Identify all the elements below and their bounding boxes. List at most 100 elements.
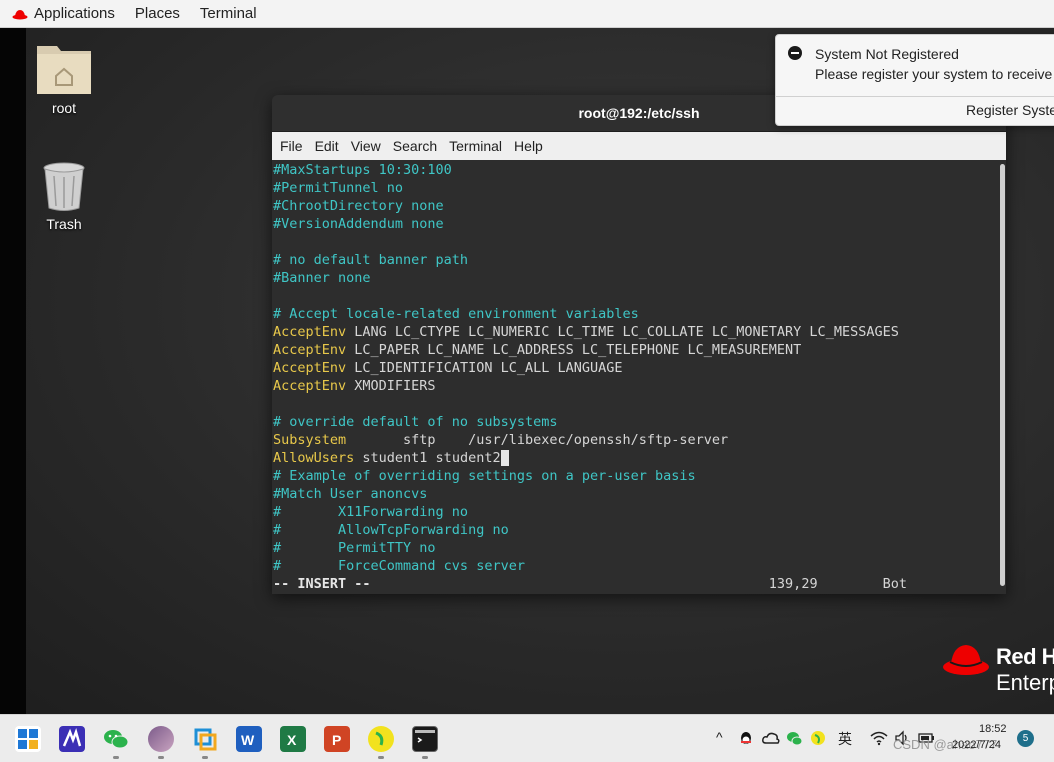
- windows-icon: [18, 729, 38, 749]
- terminal-text: LANG LC_CTYPE LC_NUMERIC LC_TIME LC_COLL…: [346, 324, 899, 340]
- excel-icon: X: [287, 732, 297, 748]
- terminal-icon: [415, 730, 435, 743]
- terminal-text: #ChrootDirectory none: [273, 198, 444, 214]
- terminal-text: # ForceCommand cvs server: [273, 558, 525, 574]
- terminal-line: # override default of no subsystems: [273, 413, 998, 431]
- top-bar: Applications Places Terminal: [0, 0, 1054, 28]
- home-folder-icon: [37, 46, 91, 94]
- svg-text:X: X: [287, 732, 297, 748]
- terminal-menu-bar: File Edit View Search Terminal Help: [272, 132, 1006, 160]
- menu-edit[interactable]: Edit: [309, 138, 345, 154]
- wifi-icon[interactable]: [870, 730, 888, 746]
- terminal-line: AllowUsers student1 student2: [273, 449, 998, 467]
- vmware-taskbar-icon[interactable]: [59, 726, 85, 752]
- powerpoint-taskbar-icon[interactable]: P: [324, 726, 350, 752]
- applications-label: Applications: [34, 5, 115, 22]
- terminal-text: # AllowTcpForwarding no: [273, 522, 509, 538]
- app-taskbar-icon[interactable]: [192, 726, 218, 752]
- terminal-text: AcceptEnv: [273, 342, 347, 358]
- scrollbar-thumb[interactable]: [1000, 164, 1005, 586]
- terminal-text: LC_PAPER LC_NAME LC_ADDRESS LC_TELEPHONE…: [346, 342, 802, 358]
- wechat-tray-icon[interactable]: [786, 730, 802, 746]
- terminal-text: #MaxStartups 10:30:100: [273, 162, 452, 178]
- terminal-line: # no default banner path: [273, 251, 998, 269]
- terminal-line: AcceptEnv LC_PAPER LC_NAME LC_ADDRESS LC…: [273, 341, 998, 359]
- desktop-icon-trash[interactable]: Trash: [24, 160, 104, 232]
- minus-circle-icon: [788, 46, 802, 60]
- terminal-text: student1 student2: [354, 450, 501, 466]
- desktop-icon-label: root: [51, 100, 77, 116]
- terminal-text: # Accept locale-related environment vari…: [273, 306, 639, 322]
- wechat-taskbar-icon[interactable]: [103, 726, 129, 752]
- terminal-line: # PermitTTY no: [273, 539, 998, 557]
- terminal-text: -- INSERT --: [273, 576, 371, 592]
- notification-title: System Not Registered: [815, 46, 959, 62]
- taskbar: W X P ^ 英 CSDN @ahao777 18:52 2022/7/24 …: [0, 714, 1054, 762]
- menu-file[interactable]: File: [274, 138, 309, 154]
- text-cursor: [500, 450, 509, 466]
- brand-line-1: Red Hat: [996, 644, 1054, 669]
- qq-icon[interactable]: [738, 730, 754, 746]
- desktop-icon-label: Trash: [46, 216, 82, 232]
- terminal-text: # Example of overriding settings on a pe…: [273, 468, 696, 484]
- terminal-text: #VersionAddendum none: [273, 216, 444, 232]
- redhat-logo: Red Hat Enterprise: [942, 640, 1054, 700]
- ime-indicator[interactable]: 英: [838, 729, 852, 749]
- terminal-text: Subsystem: [273, 432, 347, 448]
- menu-help[interactable]: Help: [508, 138, 549, 154]
- terminal-text: AllowUsers: [273, 450, 355, 466]
- media-tray-icon[interactable]: [810, 730, 826, 746]
- terminal-line: # ForceCommand cvs server: [273, 557, 998, 575]
- terminal-content[interactable]: #MaxStartups 10:30:100 #PermitTunnel no #C…: [272, 160, 998, 594]
- terminal-line: # Example of overriding settings on a pe…: [273, 467, 998, 485]
- terminal-line: #MaxStartups 10:30:100: [273, 161, 998, 179]
- places-menu[interactable]: Places: [127, 0, 188, 28]
- redhat-hat-icon: [943, 645, 989, 675]
- terminal-line: -- INSERT -- 139,29 Bot: [273, 575, 998, 593]
- terminal-title: root@192:/etc/ssh: [578, 105, 700, 121]
- menu-view[interactable]: View: [345, 138, 387, 154]
- desktop-edge: [0, 28, 26, 714]
- terminal-line: #ChrootDirectory none: [273, 197, 998, 215]
- terminal-window[interactable]: root@192:/etc/ssh File Edit View Search …: [272, 95, 1006, 594]
- terminal-app-menu[interactable]: Terminal: [192, 0, 265, 28]
- terminal-line: AcceptEnv XMODIFIERS: [273, 377, 998, 395]
- tray-expand-button[interactable]: ^: [716, 729, 723, 745]
- clock-date[interactable]: 2022/7/24: [952, 739, 1001, 751]
- powerpoint-icon: P: [332, 732, 341, 748]
- media-taskbar-icon[interactable]: [368, 726, 394, 752]
- word-icon: W: [241, 732, 255, 748]
- wechat-icon: [104, 730, 129, 749]
- start-button[interactable]: [15, 726, 41, 752]
- app-icon: [194, 728, 217, 751]
- terminal-text: AcceptEnv: [273, 324, 347, 340]
- terminal-text: #Banner none: [273, 270, 371, 286]
- running-indicator: [158, 756, 164, 759]
- running-indicator: [113, 756, 119, 759]
- menu-terminal[interactable]: Terminal: [443, 138, 508, 154]
- avatar-taskbar-icon[interactable]: [148, 726, 174, 752]
- divider: [776, 96, 1054, 97]
- terminal-scrollbar[interactable]: [998, 160, 1006, 594]
- terminal-text: #PermitTunnel no: [273, 180, 404, 196]
- applications-menu[interactable]: Applications: [4, 0, 123, 28]
- terminal-text: AcceptEnv: [273, 360, 347, 376]
- brand-line-2: Enterprise: [996, 670, 1054, 695]
- terminal-text: # no default banner path: [273, 252, 469, 268]
- terminal-line: #VersionAddendum none: [273, 215, 998, 233]
- terminal-taskbar-icon[interactable]: [412, 726, 438, 752]
- clock-time[interactable]: 18:52: [979, 723, 1007, 735]
- desktop-icon-root[interactable]: root: [24, 40, 104, 116]
- excel-taskbar-icon[interactable]: X: [280, 726, 306, 752]
- menu-search[interactable]: Search: [387, 138, 443, 154]
- cloud-icon[interactable]: [762, 730, 780, 746]
- word-taskbar-icon[interactable]: W: [236, 726, 262, 752]
- terminal-text: LC_IDENTIFICATION LC_ALL LANGUAGE: [346, 360, 623, 376]
- notification-popup[interactable]: System Not Registered Please register yo…: [775, 34, 1054, 126]
- notification-count-badge[interactable]: 5: [1017, 730, 1034, 747]
- terminal-text: XMODIFIERS: [346, 378, 436, 394]
- register-system-button[interactable]: Register System: [966, 102, 1054, 118]
- terminal-line: #Match User anoncvs: [273, 485, 998, 503]
